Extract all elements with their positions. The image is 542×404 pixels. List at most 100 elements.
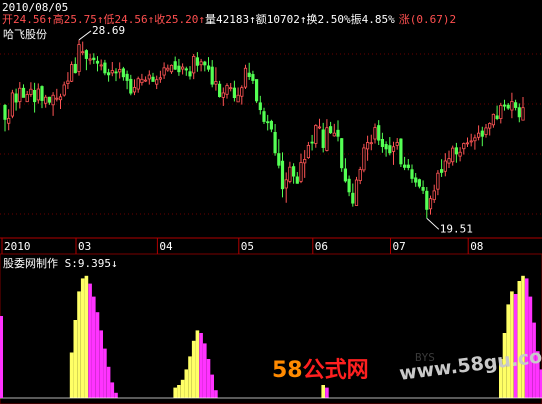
candle-body — [14, 93, 18, 103]
indicator-bar — [321, 385, 325, 398]
turnover-value: 2.50% — [317, 13, 351, 26]
candle-body — [140, 78, 144, 84]
candle-body — [414, 177, 418, 183]
candle-body — [225, 85, 229, 95]
candle-body — [77, 44, 81, 72]
candle-body — [44, 96, 48, 104]
candle-body — [277, 153, 281, 166]
candle-body — [351, 192, 355, 204]
x-tick-label: 07 — [393, 240, 406, 253]
watermark-logo: 58公式网 — [272, 352, 369, 384]
indicator-bar — [325, 387, 329, 398]
turnover-label: 换 — [306, 13, 318, 26]
up-arrow-icon: ↑ — [198, 13, 205, 26]
candle-body — [184, 68, 188, 71]
candle-body — [158, 77, 162, 80]
candle-body — [55, 97, 59, 100]
open-label: 开 — [2, 13, 13, 26]
candle-body — [40, 86, 44, 101]
candle-body — [458, 151, 462, 157]
candle-body — [136, 78, 140, 90]
candle-body — [410, 169, 414, 179]
candle-body — [391, 146, 396, 152]
close-label: 收 — [154, 13, 166, 26]
low-value: 24.56 — [114, 13, 148, 26]
candle-body — [173, 61, 177, 70]
indicator-bar — [513, 294, 518, 398]
indicator-bar — [210, 374, 214, 398]
candle-body — [284, 179, 288, 189]
candle-body — [210, 66, 214, 85]
x-tick-label: 2010 — [4, 240, 31, 253]
candle-body — [33, 90, 37, 103]
candle-body — [199, 61, 203, 66]
candle-body — [380, 138, 385, 147]
candle-body — [517, 107, 521, 118]
candle-body — [469, 140, 473, 143]
candle-body — [317, 126, 322, 129]
indicator-bar — [524, 278, 529, 398]
amplitude-value: 4.85% — [361, 13, 395, 26]
indicator-bar — [73, 320, 78, 398]
up-arrow-icon: ↑ — [96, 13, 104, 26]
candle-body — [206, 65, 211, 70]
candle-body — [155, 79, 159, 85]
indicator-bar — [188, 356, 192, 398]
candle-body — [143, 79, 148, 82]
indicator-bar — [184, 369, 189, 398]
quote-bar: 开24.56↑高25.75↑低24.56↑收25.20↑量42183↑额1070… — [2, 11, 456, 27]
candle-body — [21, 87, 26, 98]
indicator-bar — [92, 296, 96, 398]
candle-body — [321, 129, 325, 148]
candle-body — [314, 124, 318, 144]
candle-body — [195, 57, 199, 66]
indicator-bar — [521, 275, 525, 398]
indicator-bar — [206, 359, 211, 398]
candle-body — [417, 179, 422, 187]
candle-body — [217, 83, 222, 98]
up-arrow-icon: ↑ — [46, 13, 53, 26]
candle-body — [328, 126, 333, 134]
candle-body — [484, 127, 488, 135]
annotation-leader — [78, 30, 92, 41]
stock-chart[interactable]: 2010 03 04 05 06 07 08 28.6919.51 — [0, 0, 542, 404]
candle-body — [214, 81, 218, 85]
candle-body — [25, 94, 29, 103]
candle-body — [95, 60, 100, 64]
candle-body — [502, 104, 507, 107]
candle-body — [92, 57, 96, 61]
candle-body — [465, 142, 470, 145]
indicator-bar — [114, 392, 118, 398]
candle-body — [84, 50, 88, 59]
stock-name: 哈飞股份 — [3, 28, 47, 41]
high-label: 高 — [52, 13, 64, 26]
candle-body — [336, 129, 340, 137]
candle-body — [432, 190, 436, 201]
candle-body — [347, 178, 351, 193]
indicator-name: 股委网制作 — [3, 257, 58, 270]
candle-body — [99, 64, 103, 67]
candlestick-series[interactable] — [3, 39, 525, 219]
volume-value: 42183 — [216, 13, 250, 26]
candle-body — [66, 80, 70, 84]
candle-body — [121, 68, 125, 78]
candle-body — [118, 69, 122, 73]
indicator-bar — [69, 352, 74, 398]
candle-body — [354, 179, 359, 206]
candle-body — [443, 160, 447, 172]
candle-body — [402, 164, 407, 168]
indicator-bar — [214, 390, 218, 398]
price-grid — [0, 53, 542, 215]
candle-body — [254, 79, 259, 102]
x-axis-ticks: 2010 03 04 05 06 07 08 — [1, 238, 483, 254]
indicator-bar — [173, 387, 177, 398]
watermark-digits: 58 — [272, 358, 303, 383]
candle-body — [192, 55, 196, 74]
candle-body — [295, 176, 299, 184]
indicator-series[interactable] — [0, 275, 542, 399]
candle-body — [203, 61, 207, 66]
indicator-bar — [180, 379, 185, 398]
candle-body — [88, 58, 92, 61]
candle-body — [454, 147, 459, 155]
indicator-bar — [110, 382, 115, 398]
